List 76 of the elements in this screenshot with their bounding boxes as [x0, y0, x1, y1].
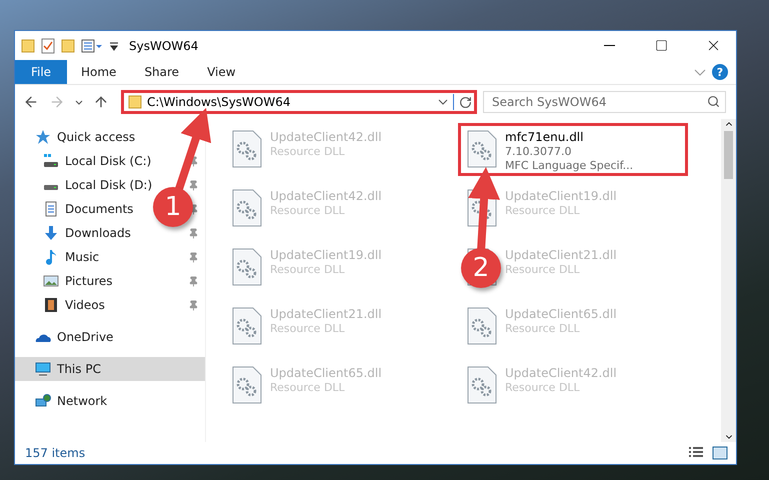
address-bar[interactable]: C:\Windows\SysWOW64 [121, 90, 477, 114]
drive-icon [43, 153, 59, 169]
folder-icon [61, 38, 75, 52]
folder-icon [128, 95, 142, 109]
minimize-icon [604, 45, 614, 46]
pin-icon [188, 252, 199, 262]
maximize-icon [654, 39, 668, 52]
sidebar-item[interactable]: Quick access [57, 130, 136, 144]
customize-arrow-icon [109, 40, 119, 50]
search-field[interactable]: Search SysWOW64 [483, 91, 726, 113]
sidebar-item[interactable]: Videos [65, 298, 105, 312]
file-name[interactable]: mfc71enu.dll [505, 130, 634, 144]
sidebar-item[interactable]: Documents [65, 202, 134, 216]
folder-icon [21, 38, 35, 52]
chevron-down-icon [75, 100, 83, 104]
monitor-icon [35, 361, 51, 377]
window-title: SysWOW64 [129, 38, 200, 52]
file-detail: Resource DLL [505, 263, 581, 276]
gear-file-icon [232, 248, 262, 286]
gear-file-icon [232, 366, 262, 404]
ribbon-tab[interactable]: View [193, 60, 250, 84]
large-icons-view-icon [712, 446, 728, 460]
ribbon-tab[interactable]: Share [130, 60, 194, 84]
details-view-icon [688, 447, 704, 459]
search-icon [707, 95, 720, 108]
file-detail: Resource DLL [505, 322, 581, 335]
gear-file-icon [467, 307, 497, 345]
ribbon-tab[interactable]: File [15, 60, 67, 84]
picture-icon [43, 273, 59, 289]
chevron-down-icon [694, 68, 706, 76]
pin-icon [188, 276, 199, 286]
scrollbar-thumb[interactable] [724, 131, 733, 179]
refresh-icon [459, 96, 472, 108]
file-detail: Resource DLL [505, 204, 581, 217]
gear-file-icon [467, 366, 497, 404]
file-detail: MFC Language Specif... [505, 159, 634, 172]
file-detail: Resource DLL [270, 322, 346, 335]
pin-icon [188, 300, 199, 310]
music-note-icon [43, 249, 59, 265]
recent-dropdown-button[interactable] [73, 98, 85, 106]
gear-file-icon [467, 130, 497, 168]
sidebar-item[interactable]: Network [57, 394, 108, 408]
sidebar-item[interactable]: Local Disk (C:) [65, 154, 152, 168]
sidebar-item[interactable]: Music [65, 250, 100, 264]
pin-icon [188, 228, 199, 238]
document-icon [43, 201, 59, 217]
gear-file-icon [232, 189, 262, 227]
network-icon [35, 393, 51, 409]
download-arrow-icon [43, 225, 59, 241]
step-number-badge: 1 [153, 187, 193, 227]
ribbon-tab[interactable]: Home [67, 60, 130, 84]
properties-icon [81, 38, 103, 52]
help-icon[interactable]: ? [712, 64, 728, 80]
scrollbar[interactable] [721, 119, 736, 442]
file-item[interactable]: mfc71enu.dll 7.10.3077.0 MFC Language Specif... [458, 123, 688, 176]
sidebar-item[interactable]: Downloads [65, 226, 131, 240]
sidebar-item[interactable]: This PC [57, 362, 101, 376]
file-detail: Resource DLL [505, 381, 581, 394]
sidebar-item[interactable]: Local Disk (D:) [65, 178, 152, 192]
chevron-down-icon [438, 99, 448, 105]
drive-icon [43, 184, 59, 191]
address-path: C:\Windows\SysWOW64 [147, 95, 292, 109]
sidebar-item[interactable]: OneDrive [57, 330, 114, 344]
item-count: 157 items [25, 446, 86, 460]
gear-file-icon [232, 307, 262, 345]
sidebar-item[interactable]: Pictures [65, 274, 113, 288]
gear-file-icon [232, 130, 262, 168]
pin-icon [188, 180, 199, 190]
checklist-icon [41, 38, 55, 54]
star-icon [35, 129, 51, 145]
file-detail: Resource DLL [270, 145, 346, 158]
file-detail: 7.10.3077.0 [505, 145, 572, 158]
file-detail: Resource DLL [270, 263, 346, 276]
file-detail: Resource DLL [270, 204, 346, 217]
file-detail: Resource DLL [270, 381, 346, 394]
film-icon [43, 297, 59, 313]
